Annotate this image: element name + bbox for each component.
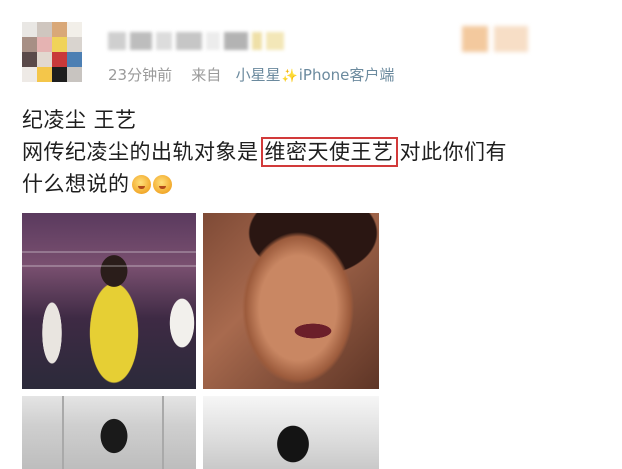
- post-source-link[interactable]: 小星星✨iPhone客户端: [236, 66, 395, 84]
- source-client: iPhone客户端: [298, 66, 395, 84]
- post-line-2: 网传纪凌尘的出轨对象是 维密天使王艺 对此你们有: [22, 136, 612, 168]
- post-photo-bw-1[interactable]: [22, 396, 196, 469]
- source-name: 小星星: [235, 66, 281, 84]
- highlighted-phrase: 维密天使王艺: [260, 137, 398, 167]
- post-line-3-text: 什么想说的: [22, 172, 130, 196]
- sparkle-icon: ✨: [281, 69, 298, 84]
- username-redacted[interactable]: [108, 30, 308, 52]
- drooling-face-emoji-icon: [131, 175, 151, 194]
- post-line-2-after: 对此你们有: [399, 140, 507, 164]
- post-line-2-before: 网传纪凌尘的出轨对象是: [22, 140, 259, 164]
- post-line-1: 纪凌尘 王艺: [22, 108, 137, 132]
- post-photo-portrait[interactable]: [203, 213, 379, 389]
- post-meta: 23分钟前 来自 小星星✨iPhone客户端: [108, 64, 394, 85]
- vip-badge-redacted: [462, 26, 532, 52]
- post-photo-bw-2[interactable]: [203, 396, 379, 469]
- drooling-face-emoji-icon: [152, 175, 172, 194]
- post-text: 纪凌尘 王艺 网传纪凌尘的出轨对象是 维密天使王艺 对此你们有 什么想说的: [22, 104, 612, 200]
- avatar[interactable]: [22, 22, 82, 82]
- post-line-3: 什么想说的: [22, 168, 612, 200]
- post-from-label: 来自: [191, 66, 222, 84]
- post-time: 23分钟前: [108, 66, 173, 84]
- post-photo-runway[interactable]: [22, 213, 196, 389]
